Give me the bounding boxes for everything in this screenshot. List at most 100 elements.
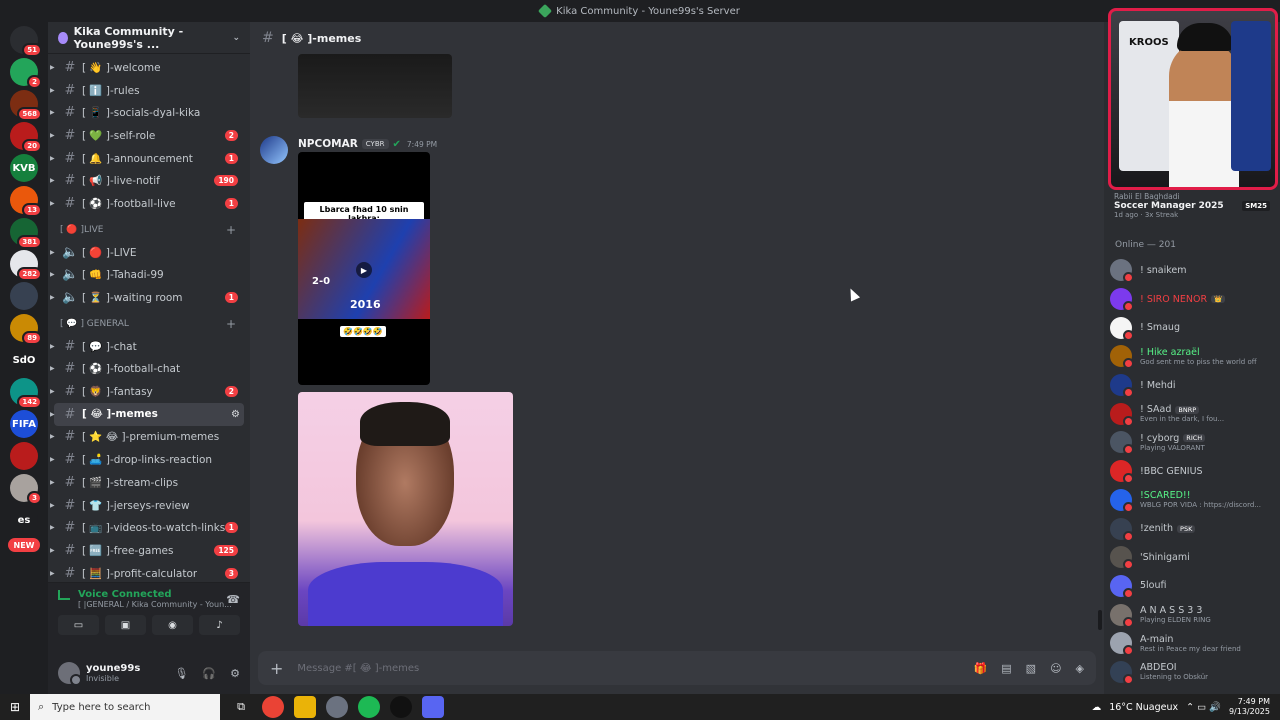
member-item[interactable]: ! Smaug (1110, 313, 1280, 342)
channel-item[interactable]: ▶ # [ 👕 ]-jerseys-review (50, 494, 244, 517)
sticker-icon[interactable]: ▧ (1026, 662, 1036, 675)
server-icon[interactable]: 89 (10, 314, 42, 345)
channel-item[interactable]: ▶ # [ 🎬 ]-stream-clips (50, 471, 244, 494)
server-icon[interactable] (10, 282, 38, 310)
chrome-icon[interactable] (262, 696, 284, 718)
member-item[interactable]: ! Mehdi (1110, 371, 1280, 400)
file-explorer-icon[interactable] (294, 696, 316, 718)
channel-item[interactable]: ▶ # [ 📱 ]-socials-dyal-kika (50, 101, 244, 124)
channel-item[interactable]: ▶ # [ 🔔 ]-announcement 1 (50, 147, 244, 170)
voice-status[interactable]: Voice Connected (58, 589, 240, 600)
scrollbar[interactable] (1098, 610, 1102, 630)
channel-item[interactable]: ▶ # [ ⚽ ]-football-chat (50, 358, 244, 381)
member-item[interactable]: 5loufi (1110, 572, 1280, 601)
channel-settings-icon[interactable]: ⚙ (231, 409, 240, 420)
weather-text[interactable]: 16°C Nuageux (1109, 702, 1178, 713)
member-item[interactable]: !SCARED!! WBLG POR VIDA : https://discord… (1110, 486, 1280, 515)
app-icon[interactable] (326, 696, 348, 718)
avatar[interactable] (58, 662, 82, 686)
server-icon[interactable]: es (10, 506, 38, 534)
soundboard-button[interactable]: ♪ (199, 615, 240, 635)
chevron-down-icon[interactable]: ⌄ (232, 33, 240, 43)
discord-home-icon[interactable]: 2 (10, 58, 42, 89)
channel-item[interactable]: ▶ # [ 👋 ]-welcome (50, 56, 244, 79)
discord-icon[interactable] (422, 696, 444, 718)
guild-header[interactable]: Kika Community - Youne99s's ... ⌄ (48, 22, 250, 54)
video-attachment[interactable]: Lbarca fhad 10 snin lakhra: ▶ 2-0 2016 🤣… (298, 152, 430, 385)
channel-item[interactable]: ▶ 🔈[ 👊 ]-Tahadi-99 (50, 264, 244, 287)
channel-item[interactable]: ▶ # [ 😂 ]-memes ⚙ (50, 402, 244, 426)
windows-start-icon[interactable]: ⊞ (0, 700, 30, 714)
channel-item[interactable]: ▶ # [ 🆓 ]-free-games 125 (50, 539, 244, 562)
member-item[interactable]: A-main Rest in Peace my dear friend (1110, 629, 1280, 658)
taskbar-clock[interactable]: 7:49 PM 9/13/2025 (1229, 697, 1270, 717)
tray-icons[interactable]: ⌃ ▭ 🔊 (1186, 702, 1221, 713)
plus-icon[interactable]: + (226, 317, 236, 331)
member-item[interactable]: ! SAad BNRP Even in the dark, I fou... (1110, 399, 1280, 428)
microphone-icon[interactable]: 🎙 (174, 667, 188, 680)
server-icon[interactable]: FIFA (10, 410, 38, 438)
server-icon[interactable] (10, 442, 38, 470)
channel-item[interactable]: ▶ # [ 🦁 ]-fantasy 2 (50, 380, 244, 403)
channel-item[interactable]: ▶ # [ 💚 ]-self-role 2 (50, 124, 244, 147)
activity-card[interactable]: Rabii El Baghdadi Soccer Manager 2025 SM… (1104, 190, 1280, 228)
member-item[interactable]: ! snaikem (1110, 256, 1280, 285)
server-icon[interactable]: 381 (10, 218, 42, 249)
channel-category[interactable]: [ 💬 ] GENERAL + (54, 313, 244, 335)
spotify-icon[interactable] (358, 696, 380, 718)
gif-icon[interactable]: ▤ (1001, 662, 1011, 675)
member-item[interactable]: ! Hike azraël God sent me to piss the wor… (1110, 342, 1280, 371)
member-item[interactable]: !zenith PSK (1110, 514, 1280, 543)
channel-item[interactable]: ▶ # [ ℹ️ ]-rules (50, 79, 244, 102)
message-author[interactable]: NPCOMAR (298, 138, 358, 150)
new-badge[interactable]: NEW (8, 538, 40, 552)
channel-item[interactable]: ▶ # [ 📢 ]-live-notif 190 (50, 169, 244, 192)
server-icon[interactable]: 13 (10, 186, 42, 217)
server-icon[interactable]: 282 (10, 250, 42, 281)
member-item[interactable]: !BBC GENIUS (1110, 457, 1280, 486)
guild-tag[interactable]: CYBR (361, 139, 389, 149)
headphones-icon[interactable]: 🎧 (202, 667, 216, 680)
member-item[interactable]: ! SIRO NENOR 👑 (1110, 285, 1280, 314)
taskbar-search[interactable]: ⌕ Type here to search (30, 694, 220, 720)
search-input[interactable]: Type here to search (52, 702, 150, 713)
member-item[interactable]: A N A S S 3 3 Playing ELDEN RING (1110, 600, 1280, 629)
plus-icon[interactable]: + (226, 223, 236, 237)
gift-icon[interactable]: 🎁 (974, 662, 988, 675)
plus-icon[interactable]: + (270, 659, 283, 678)
avatar (1110, 431, 1134, 456)
member-item[interactable]: 'Shinigami (1110, 543, 1280, 572)
discord-logo-icon[interactable]: 51 (10, 26, 42, 57)
apps-icon[interactable]: ◈ (1076, 662, 1084, 675)
channel-item[interactable]: ▶ 🔈[ ⏳ ]-waiting room 1 (50, 286, 244, 309)
channel-item[interactable]: ▶ # [ 💬 ]-chat (50, 335, 244, 358)
member-item[interactable]: ABDEOI Listening to Obskür (1110, 658, 1280, 687)
camera-button[interactable]: ▭ (58, 615, 99, 635)
server-icon[interactable]: SdO (10, 346, 38, 374)
disconnect-icon[interactable]: ☎ (226, 593, 240, 606)
avatar[interactable] (260, 136, 288, 164)
message-input[interactable]: Message #[ 😂 ]-memes (297, 663, 419, 674)
emoji-icon[interactable]: ☺ (1050, 662, 1061, 675)
member-item[interactable]: ! cyborg RICH Playing VALORANT (1110, 428, 1280, 457)
channel-item[interactable]: ▶ # [ ⚽ ]-football-live 1 (50, 192, 244, 215)
play-icon[interactable]: ▶ (356, 262, 372, 278)
obs-icon[interactable] (390, 696, 412, 718)
channel-item[interactable]: ▶ # [ 🛋️ ]-drop-links-reaction (50, 448, 244, 471)
message-composer[interactable]: + Message #[ 😂 ]-memes 🎁 ▤ ▧ ☺ ◈ (258, 651, 1096, 685)
channel-category[interactable]: [ 🔴 ]LIVE + (54, 219, 244, 241)
previous-media-attachment[interactable] (298, 54, 452, 118)
screen-share-button[interactable]: ▣ (105, 615, 146, 635)
server-icon[interactable]: 568 (10, 90, 42, 121)
server-icon[interactable]: 142 (10, 378, 42, 409)
image-attachment[interactable] (298, 392, 513, 626)
server-icon[interactable]: 3 (10, 474, 42, 505)
server-icon[interactable]: 20 (10, 122, 42, 153)
channel-item[interactable]: ▶ # [ 📺 ]-videos-to-watch-links 1 (50, 516, 244, 539)
channel-item[interactable]: ▶ 🔈[ 🔴 ]-LIVE (50, 241, 244, 264)
gear-icon[interactable]: ⚙ (230, 667, 240, 680)
task-view-icon[interactable]: ⧉ (230, 696, 252, 718)
channel-item[interactable]: ▶ # [ ⭐ 😂 ]-premium-memes (50, 426, 244, 449)
server-icon[interactable]: KVB (10, 154, 38, 182)
activity-button[interactable]: ◉ (152, 615, 193, 635)
